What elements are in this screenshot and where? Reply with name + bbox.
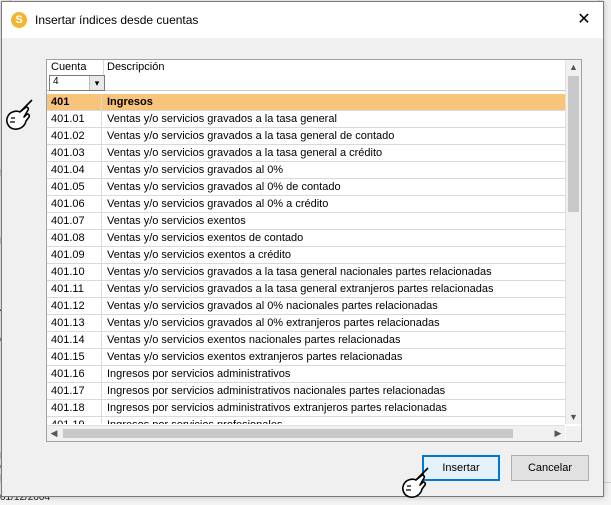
account-code-cell: 401 bbox=[47, 94, 102, 110]
account-code-cell: 401.12 bbox=[47, 298, 102, 314]
grid-rows: 401 Ingresos 401.01 Ventas y/o servicios gr… bbox=[47, 94, 565, 424]
account-code-cell: 401.17 bbox=[47, 383, 102, 399]
table-row[interactable]: 401.18 Ingresos por servicios administrat… bbox=[47, 400, 565, 417]
table-row[interactable]: 401.03 Ventas y/o servicios gravados a la… bbox=[47, 145, 565, 162]
dialog-titlebar: S Insertar índices desde cuentas ✕ bbox=[2, 2, 603, 38]
scroll-up-arrow-icon[interactable]: ▲ bbox=[566, 60, 581, 74]
table-row[interactable]: 401.06 Ventas y/o servicios gravados al 0… bbox=[47, 196, 565, 213]
close-button[interactable]: ✕ bbox=[571, 8, 597, 32]
grid-header: Cuenta Descripción 4 ▾ bbox=[47, 60, 565, 91]
table-row[interactable]: 401.04 Ventas y/o servicios gravados al 0… bbox=[47, 162, 565, 179]
pointing-hand-icon bbox=[6, 99, 33, 130]
chevron-down-icon[interactable]: ▾ bbox=[89, 76, 104, 90]
account-description-cell: Ventas y/o servicios exentos de contado bbox=[107, 232, 304, 244]
account-description-cell: Ventas y/o servicios gravados a la tasa … bbox=[107, 130, 395, 142]
account-description-cell: Ventas y/o servicios gravados al 0% a cr… bbox=[107, 198, 329, 210]
account-code-cell: 401.03 bbox=[47, 145, 102, 161]
account-level-select[interactable]: 4 ▾ bbox=[49, 75, 105, 91]
account-description-cell: Ventas y/o servicios gravados a la tasa … bbox=[107, 266, 492, 278]
table-row[interactable]: 401.15 Ventas y/o servicios exentos extra… bbox=[47, 349, 565, 366]
account-code-cell: 401.18 bbox=[47, 400, 102, 416]
account-level-value: 4 bbox=[53, 76, 59, 87]
account-description-cell: Ventas y/o servicios gravados a la tasa … bbox=[107, 283, 494, 295]
table-row[interactable]: 401.11 Ventas y/o servicios gravados a la… bbox=[47, 281, 565, 298]
dialog-title: Insertar índices desde cuentas bbox=[35, 13, 199, 27]
account-code-cell: 401.07 bbox=[47, 213, 102, 229]
table-row[interactable]: 401.08 Ventas y/o servicios exentos de co… bbox=[47, 230, 565, 247]
account-description-cell: Ventas y/o servicios gravados al 0% extr… bbox=[107, 317, 440, 329]
column-header-cuenta[interactable]: Cuenta bbox=[51, 61, 86, 73]
account-code-cell: 401.16 bbox=[47, 366, 102, 382]
account-code-cell: 401.19 bbox=[47, 417, 102, 424]
account-code-cell: 401.15 bbox=[47, 349, 102, 365]
account-description-cell: Ventas y/o servicios exentos extranjeros… bbox=[107, 351, 403, 363]
table-row[interactable]: 401.02 Ventas y/o servicios gravados a la… bbox=[47, 128, 565, 145]
table-row[interactable]: 401.16 Ingresos por servicios administrat… bbox=[47, 366, 565, 383]
vertical-scroll-thumb[interactable] bbox=[568, 76, 579, 212]
account-description-cell: Ingresos bbox=[107, 96, 153, 108]
account-code-cell: 401.09 bbox=[47, 247, 102, 263]
app-logo-icon: S bbox=[11, 12, 27, 28]
table-row[interactable]: 401.12 Ventas y/o servicios gravados al 0… bbox=[47, 298, 565, 315]
table-row[interactable]: 401 Ingresos bbox=[47, 94, 565, 111]
account-code-cell: 401.11 bbox=[47, 281, 102, 297]
table-row[interactable]: 401.17 Ingresos por servicios administrat… bbox=[47, 383, 565, 400]
account-code-cell: 401.04 bbox=[47, 162, 102, 178]
account-description-cell: Ventas y/o servicios exentos a crédito bbox=[107, 249, 292, 261]
table-row[interactable]: 401.07 Ventas y/o servicios exentos bbox=[47, 213, 565, 230]
account-description-cell: Ingresos por servicios profesionales bbox=[103, 417, 565, 424]
vertical-scrollbar[interactable]: ▲ ▼ bbox=[565, 60, 581, 424]
accounts-grid[interactable]: Cuenta Descripción 4 ▾ 401 Ingresos 401.01… bbox=[46, 59, 582, 442]
table-row[interactable]: 401.10 Ventas y/o servicios gravados a la… bbox=[47, 264, 565, 281]
account-code-cell: 401.02 bbox=[47, 128, 102, 144]
table-row[interactable]: 401.13 Ventas y/o servicios gravados al 0… bbox=[47, 315, 565, 332]
table-row[interactable]: 401.01 Ventas y/o servicios gravados a la… bbox=[47, 111, 565, 128]
table-row[interactable]: 401.14 Ventas y/o servicios exentos nacio… bbox=[47, 332, 565, 349]
account-description-cell: Ingresos por servicios administrativos n… bbox=[107, 385, 446, 397]
scroll-left-arrow-icon[interactable]: ◀ bbox=[47, 426, 61, 441]
account-description-cell: Ventas y/o servicios exentos bbox=[107, 215, 246, 227]
pointing-hand-icon bbox=[402, 467, 429, 498]
account-description-cell: Ventas y/o servicios gravados al 0% de c… bbox=[107, 181, 341, 193]
account-code-cell: 401.08 bbox=[47, 230, 102, 246]
scrollbar-corner bbox=[566, 426, 581, 441]
table-row[interactable]: 401.09 Ventas y/o servicios exentos a cré… bbox=[47, 247, 565, 264]
table-row[interactable]: 401.19Ingresos por servicios profesional… bbox=[47, 417, 565, 424]
account-code-cell: 401.05 bbox=[47, 179, 102, 195]
account-description-cell: Ventas y/o servicios gravados a la tasa … bbox=[107, 147, 383, 159]
account-code-cell: 401.01 bbox=[47, 111, 102, 127]
account-description-cell: Ingresos por servicios administrativos e… bbox=[107, 402, 447, 414]
scroll-down-arrow-icon[interactable]: ▼ bbox=[566, 410, 581, 424]
account-description-cell: Ventas y/o servicios gravados al 0% bbox=[107, 164, 284, 176]
scroll-right-arrow-icon[interactable]: ▶ bbox=[551, 426, 565, 441]
horizontal-scroll-thumb[interactable] bbox=[63, 429, 513, 438]
account-code-cell: 401.14 bbox=[47, 332, 102, 348]
account-description-cell: Ingresos por servicios administrativos bbox=[107, 368, 291, 380]
table-row[interactable]: 401.05 Ventas y/o servicios gravados al 0… bbox=[47, 179, 565, 196]
account-code-cell: 401.13 bbox=[47, 315, 102, 331]
account-description-cell: Ventas y/o servicios gravados a la tasa … bbox=[107, 113, 337, 125]
insert-indices-dialog: S Insertar índices desde cuentas ✕ Cuent… bbox=[1, 1, 604, 497]
account-code-cell: 401.06 bbox=[47, 196, 102, 212]
account-code-cell: 401.10 bbox=[47, 264, 102, 280]
horizontal-scrollbar[interactable]: ◀ ▶ bbox=[47, 425, 565, 441]
insert-button[interactable]: Insertar bbox=[422, 455, 500, 481]
account-description-cell: Ventas y/o servicios exentos nacionales … bbox=[107, 334, 401, 346]
account-description-cell: Ventas y/o servicios gravados al 0% naci… bbox=[107, 300, 438, 312]
cancel-button[interactable]: Cancelar bbox=[511, 455, 589, 481]
column-header-descripcion[interactable]: Descripción bbox=[107, 61, 164, 73]
